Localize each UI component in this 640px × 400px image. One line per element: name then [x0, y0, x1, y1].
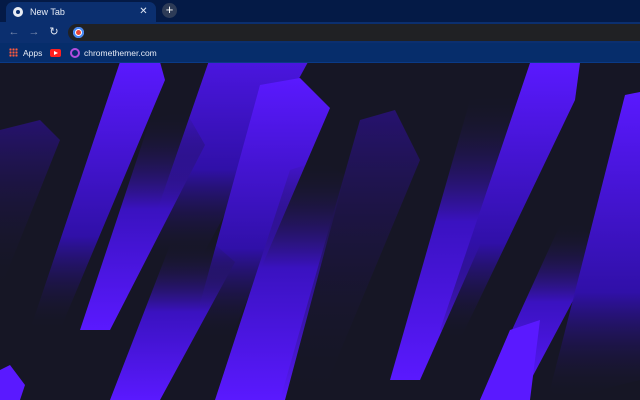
bookmark-apps-label: Apps [23, 47, 43, 58]
tab-title: New Tab [30, 7, 65, 17]
bookmark-chromethemer[interactable]: chromethemer.com [70, 43, 157, 62]
wallpaper-stripes [0, 63, 640, 400]
bookmark-apps[interactable]: Apps [9, 43, 42, 62]
chromethemer-icon [70, 47, 80, 58]
google-icon [73, 27, 84, 38]
bookmark-youtube[interactable] [50, 43, 61, 62]
youtube-icon [50, 48, 61, 57]
close-icon[interactable]: ✕ [137, 5, 150, 18]
new-tab-button[interactable]: + [162, 3, 177, 18]
forward-button[interactable]: → [27, 25, 41, 39]
chrome-icon [13, 7, 23, 17]
address-bar[interactable] [68, 24, 640, 41]
tab-new-tab[interactable]: New Tab ✕ [6, 2, 156, 22]
theme-wallpaper [0, 63, 640, 400]
bookmarks-bar: Apps chromethemer.com [0, 43, 640, 63]
wallpaper-art [0, 63, 640, 400]
bookmark-chromethemer-label: chromethemer.com [84, 47, 157, 58]
apps-grid-icon [9, 48, 18, 57]
reload-button[interactable]: ↻ [47, 25, 61, 39]
back-button[interactable]: ← [7, 25, 21, 39]
tab-strip: New Tab ✕ + [0, 0, 640, 22]
